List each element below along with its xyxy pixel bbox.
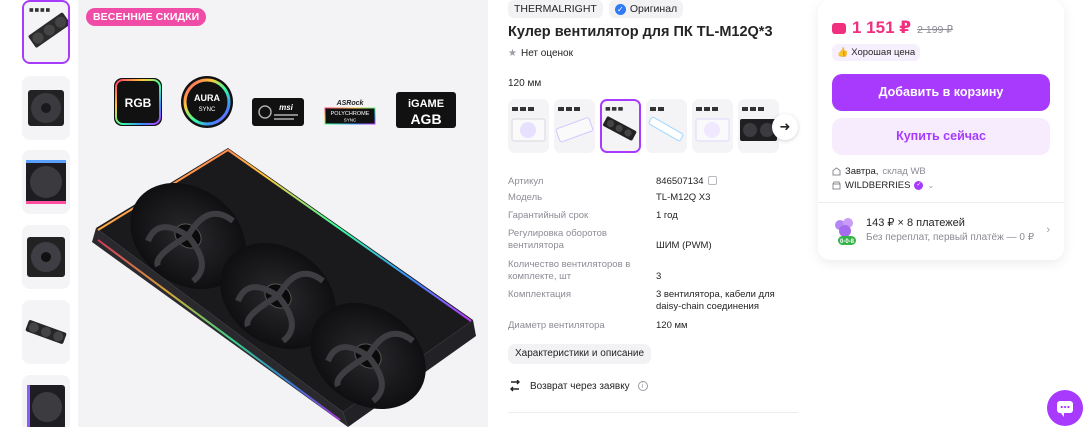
spec-key: Модель [508, 192, 543, 203]
thumbnail-6[interactable] [22, 375, 70, 427]
add-to-cart-button[interactable]: Добавить в корзину [832, 74, 1050, 111]
installment-icon: 0-0-8 [835, 218, 856, 245]
variant-white-rgb[interactable] [508, 99, 549, 153]
chat-button[interactable] [1047, 390, 1083, 426]
rgb-logo-icon: RGB [114, 78, 162, 126]
seller-row[interactable]: WILDBERRIES ✓ ⌄ [832, 180, 934, 191]
igame-logo-icon: iGAME AGB [396, 92, 456, 128]
panel-divider [818, 202, 1064, 203]
thumbnail-1[interactable] [22, 0, 70, 64]
spec-value: TL-M12Q X3 [656, 192, 711, 203]
spec-key: Количество вентиляторов в комплекте, шт [508, 259, 631, 282]
store-icon [832, 181, 841, 190]
original-label: Оригинал [629, 3, 678, 15]
rating-text: Нет оценок [520, 48, 573, 59]
size-label: 120 мм [508, 78, 542, 89]
aura-sync-logo-icon: AURA SYNC [181, 76, 233, 128]
buy-panel: 1 151 ₽ 2 199 ₽ 👍 Хорошая цена Добавить … [818, 0, 1064, 260]
spec-value: 120 мм [656, 320, 688, 331]
brand-row: THERMALRIGHT ✓ Оригинал [508, 0, 684, 18]
thumbnail-strip [20, 0, 72, 427]
article-number: 846507134 [656, 176, 704, 187]
installment-subtitle: Без переплат, первый платёж — 0 ₽ [866, 232, 1035, 243]
delivery-info: Завтра, склад WB [832, 166, 926, 177]
chevron-right-icon: › [1046, 224, 1050, 236]
current-price: 1 151 ₽ [852, 18, 912, 37]
variants-next-arrow-icon[interactable]: ➜ [772, 114, 798, 140]
svg-text:SYNC: SYNC [344, 118, 357, 123]
return-row: Возврат через заявку i [508, 380, 648, 392]
product-info: THERMALRIGHT ✓ Оригинал Кулер вентилятор… [508, 0, 800, 427]
svg-text:RGB: RGB [125, 96, 152, 110]
promo-badge: ВЕСЕННИЕ СКИДКИ [86, 8, 207, 26]
thumbnail-2[interactable] [22, 76, 70, 140]
spec-value: 3 вентилятора, кабели для daisy-chain со… [656, 289, 775, 312]
spec-key: Диаметр вентилятора [508, 320, 605, 331]
product-photo: RGB AURA SYNC msi ASRock POLYCHROME SYNC… [92, 76, 476, 427]
return-text: Возврат через заявку [530, 380, 630, 392]
info-icon[interactable]: i [637, 381, 648, 391]
spec-key: Артикул [508, 176, 544, 187]
thumbs-up-icon: 👍 [837, 47, 849, 57]
thumbnail-4[interactable] [22, 225, 70, 289]
installment-title: 143 ₽ × 8 платежей [866, 217, 965, 229]
spec-value: 846507134 [656, 176, 796, 188]
divider [508, 412, 798, 413]
good-price-badge: 👍 Хорошая цена [832, 44, 921, 61]
spec-value: ШИМ (PWM) [656, 240, 712, 251]
brand-chip[interactable]: THERMALRIGHT [508, 0, 603, 18]
msi-logo-icon: msi [252, 98, 304, 126]
wallet-icon [832, 23, 846, 34]
good-price-label: Хорошая цена [851, 47, 916, 58]
rating-row[interactable]: ★ Нет оценок [508, 48, 573, 59]
variant-white-slim[interactable] [646, 99, 687, 153]
copy-icon[interactable] [707, 176, 717, 185]
price-row: 1 151 ₽ 2 199 ₽ [832, 18, 953, 38]
triple-fan-unit-icon [92, 148, 476, 427]
main-product-image[interactable]: RGB AURA SYNC msi ASRock POLYCHROME SYNC… [78, 0, 488, 427]
spec-value: 3 [656, 271, 662, 282]
old-price: 2 199 ₽ [917, 24, 953, 36]
installment-badge: 0-0-8 [840, 239, 855, 245]
specs-description-button[interactable]: Характеристики и описание [508, 344, 652, 364]
svg-text:iGAME: iGAME [408, 98, 444, 110]
verified-seller-icon: ✓ [914, 181, 924, 190]
original-chip: ✓ Оригинал [608, 0, 684, 18]
svg-text:AGB: AGB [410, 111, 441, 127]
product-title: Кулер вентилятор для ПК TL-M12Q*3 [508, 24, 773, 40]
svg-text:SYNC: SYNC [199, 107, 216, 113]
asrock-polychrome-logo-icon: ASRock POLYCHROME SYNC [324, 100, 376, 125]
chevron-down-icon: ⌄ [927, 181, 935, 190]
star-icon: ★ [508, 48, 517, 59]
installment-offer[interactable]: 0-0-8 143 ₽ × 8 платежей Без переплат, п… [832, 214, 1050, 248]
variant-black-triple[interactable] [600, 99, 641, 153]
spec-value: 1 год [656, 210, 678, 221]
svg-text:AURA: AURA [194, 93, 220, 103]
warehouse-icon [832, 167, 841, 176]
spec-key: Комплектация [508, 289, 572, 300]
variant-white-triple[interactable] [554, 99, 595, 153]
svg-text:POLYCHROME: POLYCHROME [331, 111, 370, 117]
verified-check-icon: ✓ [614, 3, 626, 15]
return-arrows-icon [510, 380, 520, 392]
thumbnail-3[interactable] [22, 150, 70, 214]
seller-name: WILDBERRIES [845, 180, 911, 191]
delivery-warehouse: склад WB [882, 166, 926, 177]
variant-selector [508, 99, 779, 153]
svg-text:ASRock: ASRock [336, 100, 365, 107]
spec-key: Гарантийный срок [508, 210, 589, 221]
thumbnail-5[interactable] [22, 300, 70, 364]
delivery-day: Завтра, [845, 166, 879, 177]
spec-key: Регулировка оборотов вентилятора [508, 228, 607, 251]
svg-text:msi: msi [279, 103, 294, 112]
buy-now-button[interactable]: Купить сейчас [832, 118, 1050, 155]
variant-white-argb[interactable] [692, 99, 733, 153]
chat-dots-icon [1060, 406, 1070, 408]
